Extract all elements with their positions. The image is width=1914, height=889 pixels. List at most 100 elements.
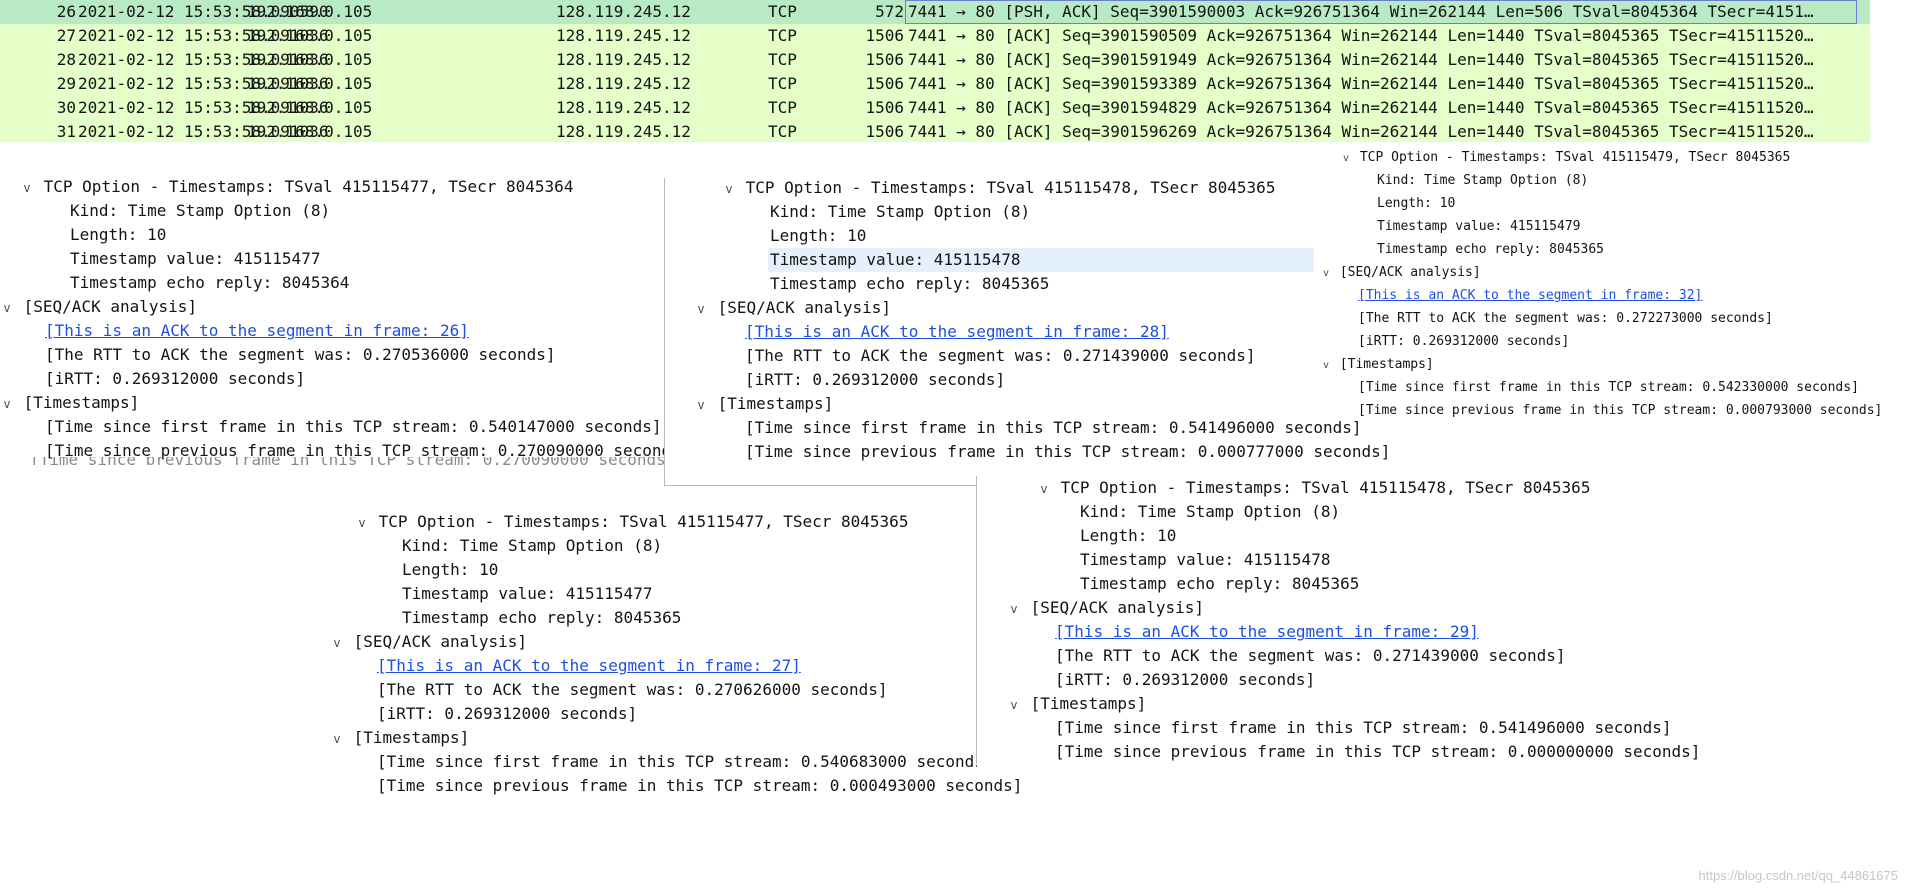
- chevron-down-icon[interactable]: v: [20, 176, 34, 200]
- tree-item-timestamp-value[interactable]: Timestamp value: 415115478: [768, 248, 1314, 272]
- packet-row-29[interactable]: 29 2021-02-12 15:53:58.091036 192.168.0.…: [0, 72, 1870, 96]
- tree-item-kind[interactable]: Kind: Time Stamp Option (8): [1080, 500, 1340, 524]
- tree-item-rtt[interactable]: [The RTT to ACK the segment was: 0.27227…: [1358, 307, 1773, 330]
- tree-item-length[interactable]: Length: 10: [1080, 524, 1176, 548]
- tree-item-timestamps[interactable]: v [Timestamps]: [1320, 353, 1434, 377]
- pane-divider: [976, 476, 977, 764]
- pane-divider: [664, 485, 977, 486]
- packet-protocol: TCP: [768, 2, 797, 21]
- tree-item-irtt[interactable]: [iRTT: 0.269312000 seconds]: [377, 702, 637, 726]
- chevron-down-icon[interactable]: v: [694, 393, 708, 417]
- tree-item-time-since-previous[interactable]: [Time since previous frame in this TCP s…: [1358, 399, 1882, 422]
- chevron-down-icon[interactable]: v: [694, 297, 708, 321]
- tree-item-rtt[interactable]: [The RTT to ACK the segment was: 0.27143…: [1055, 644, 1566, 668]
- chevron-down-icon[interactable]: v: [0, 392, 14, 416]
- packet-source: 192.168.0.105: [247, 2, 373, 21]
- packet-number: 30: [56, 98, 76, 117]
- packet-number: 29: [56, 74, 76, 93]
- tree-item-rtt[interactable]: [The RTT to ACK the segment was: 0.27053…: [45, 343, 556, 367]
- tree-item-time-since-first[interactable]: [Time since first frame in this TCP stre…: [1055, 716, 1672, 740]
- ack-frame-link[interactable]: [This is an ACK to the segment in frame:…: [745, 320, 1169, 344]
- chevron-down-icon[interactable]: v: [722, 177, 736, 201]
- tree-item-timestamp-value[interactable]: Timestamp value: 415115479: [1377, 215, 1581, 238]
- chevron-down-icon[interactable]: v: [0, 296, 14, 320]
- chevron-down-icon[interactable]: v: [330, 727, 344, 751]
- packet-destination: 128.119.245.12: [556, 74, 691, 93]
- tree-item-rtt[interactable]: [The RTT to ACK the segment was: 0.27143…: [745, 344, 1256, 368]
- chevron-down-icon[interactable]: v: [1007, 693, 1021, 717]
- tree-item-irtt[interactable]: [iRTT: 0.269312000 seconds]: [1055, 668, 1315, 692]
- tree-item-irtt[interactable]: [iRTT: 0.269312000 seconds]: [745, 368, 1005, 392]
- tree-item-kind[interactable]: Kind: Time Stamp Option (8): [1377, 169, 1588, 192]
- tree-item-tcp-option[interactable]: v TCP Option - Timestamps: TSval 4151154…: [355, 510, 908, 535]
- packet-destination: 128.119.245.12: [556, 2, 691, 21]
- chevron-down-icon[interactable]: v: [1340, 147, 1352, 170]
- packet-source: 192.168.0.105: [247, 50, 373, 69]
- packet-row-31[interactable]: 31 2021-02-12 15:53:58.091036 192.168.0.…: [0, 120, 1870, 142]
- tree-item-kind[interactable]: Kind: Time Stamp Option (8): [70, 199, 330, 223]
- tree-item-tcp-option[interactable]: v TCP Option - Timestamps: TSval 4151154…: [1340, 146, 1790, 170]
- tree-item-rtt[interactable]: [The RTT to ACK the segment was: 0.27062…: [377, 678, 888, 702]
- tree-item-length[interactable]: Length: 10: [770, 224, 866, 248]
- tree-item-timestamps[interactable]: v [Timestamps]: [0, 391, 139, 416]
- tree-item-kind[interactable]: Kind: Time Stamp Option (8): [402, 534, 662, 558]
- packet-length: 1506: [865, 50, 904, 69]
- tree-item-timestamps[interactable]: v [Timestamps]: [330, 726, 469, 751]
- tree-item-tcp-option[interactable]: v TCP Option - Timestamps: TSval 4151154…: [722, 176, 1275, 201]
- tree-item-seq-ack-analysis[interactable]: v [SEQ/ACK analysis]: [330, 630, 527, 655]
- tree-item-timestamp-value[interactable]: Timestamp value: 415115478: [1080, 548, 1330, 572]
- tree-item-timestamp-echo[interactable]: Timestamp echo reply: 8045364: [70, 271, 349, 295]
- chevron-down-icon[interactable]: v: [330, 631, 344, 655]
- packet-row-28[interactable]: 28 2021-02-12 15:53:58.091036 192.168.0.…: [0, 48, 1870, 72]
- detail-pane-frame-28: v TCP Option - Timestamps: TSval 4151154…: [664, 176, 1390, 486]
- tree-item-timestamp-echo[interactable]: Timestamp echo reply: 8045365: [1377, 238, 1604, 261]
- tree-item-timestamps[interactable]: v [Timestamps]: [694, 392, 833, 417]
- packet-row-27[interactable]: 27 2021-02-12 15:53:58.091036 192.168.0.…: [0, 24, 1870, 48]
- chevron-down-icon[interactable]: v: [355, 511, 369, 535]
- tree-item-seq-ack-analysis[interactable]: v [SEQ/ACK analysis]: [1320, 261, 1481, 285]
- tree-item-time-since-previous[interactable]: [Time since previous frame in this TCP s…: [745, 440, 1390, 464]
- tree-item-tcp-option[interactable]: v TCP Option - Timestamps: TSval 4151154…: [1037, 476, 1590, 501]
- tree-item-timestamp-value[interactable]: Timestamp value: 415115477: [70, 247, 320, 271]
- tree-item-time-since-first[interactable]: [Time since first frame in this TCP stre…: [1358, 376, 1859, 399]
- tree-item-length[interactable]: Length: 10: [402, 558, 498, 582]
- tree-item-time-since-first[interactable]: [Time since first frame in this TCP stre…: [377, 750, 994, 774]
- chevron-down-icon[interactable]: v: [1007, 597, 1021, 621]
- tree-item-seq-ack-analysis[interactable]: v [SEQ/ACK analysis]: [1007, 596, 1204, 621]
- tree-item-timestamp-echo[interactable]: Timestamp echo reply: 8045365: [402, 606, 681, 630]
- tree-item-time-since-first[interactable]: [Time since first frame in this TCP stre…: [745, 416, 1362, 440]
- tree-item-length[interactable]: Length: 10: [70, 223, 166, 247]
- ack-frame-link[interactable]: [This is an ACK to the segment in frame:…: [45, 319, 469, 343]
- tree-item-tcp-option[interactable]: v TCP Option - Timestamps: TSval 4151154…: [20, 175, 573, 200]
- packet-info: 7441 → 80 [ACK] Seq=3901593389 Ack=92675…: [908, 74, 1814, 93]
- chevron-down-icon[interactable]: v: [1037, 477, 1051, 501]
- tree-item-length[interactable]: Length: 10: [1377, 192, 1455, 215]
- tree-item-time-since-previous[interactable]: [Time since previous frame in this TCP s…: [377, 774, 1022, 798]
- chevron-down-icon[interactable]: v: [1320, 354, 1332, 377]
- packet-row-30[interactable]: 30 2021-02-12 15:53:58.091036 192.168.0.…: [0, 96, 1870, 120]
- tree-item-timestamp-echo[interactable]: Timestamp echo reply: 8045365: [770, 272, 1049, 296]
- tree-item-kind[interactable]: Kind: Time Stamp Option (8): [770, 200, 1030, 224]
- clipped-overlap-text: [Time since previous frame in this TCP s…: [30, 457, 670, 465]
- chevron-down-icon[interactable]: v: [1320, 262, 1332, 285]
- packet-length: 572: [875, 2, 904, 21]
- ack-frame-link[interactable]: [This is an ACK to the segment in frame:…: [1055, 620, 1479, 644]
- packet-row-26[interactable]: 26 2021-02-12 15:53:58.090590 192.168.0.…: [0, 0, 1870, 24]
- packet-number: 26: [56, 2, 76, 21]
- tree-item-irtt[interactable]: [iRTT: 0.269312000 seconds]: [45, 367, 305, 391]
- tree-item-seq-ack-analysis[interactable]: v [SEQ/ACK analysis]: [0, 295, 197, 320]
- ack-frame-link[interactable]: [This is an ACK to the segment in frame:…: [377, 654, 801, 678]
- packet-info: 7441 → 80 [PSH, ACK] Seq=3901590003 Ack=…: [908, 2, 1814, 21]
- tree-item-time-since-first[interactable]: [Time since first frame in this TCP stre…: [45, 415, 662, 439]
- packet-list: 26 2021-02-12 15:53:58.090590 192.168.0.…: [0, 0, 1870, 142]
- packet-number: 31: [56, 122, 76, 141]
- ack-frame-link[interactable]: [This is an ACK to the segment in frame:…: [1358, 284, 1702, 307]
- tree-item-timestamp-echo[interactable]: Timestamp echo reply: 8045365: [1080, 572, 1359, 596]
- tree-item-timestamps[interactable]: v [Timestamps]: [1007, 692, 1146, 717]
- packet-source: 192.168.0.105: [247, 122, 373, 141]
- tree-item-timestamp-value[interactable]: Timestamp value: 415115477: [402, 582, 652, 606]
- detail-pane-frame-29: v TCP Option - Timestamps: TSval 4151154…: [977, 476, 1877, 776]
- tree-item-irtt[interactable]: [iRTT: 0.269312000 seconds]: [1358, 330, 1569, 353]
- tree-item-seq-ack-analysis[interactable]: v [SEQ/ACK analysis]: [694, 296, 891, 321]
- tree-item-time-since-previous[interactable]: [Time since previous frame in this TCP s…: [1055, 740, 1700, 764]
